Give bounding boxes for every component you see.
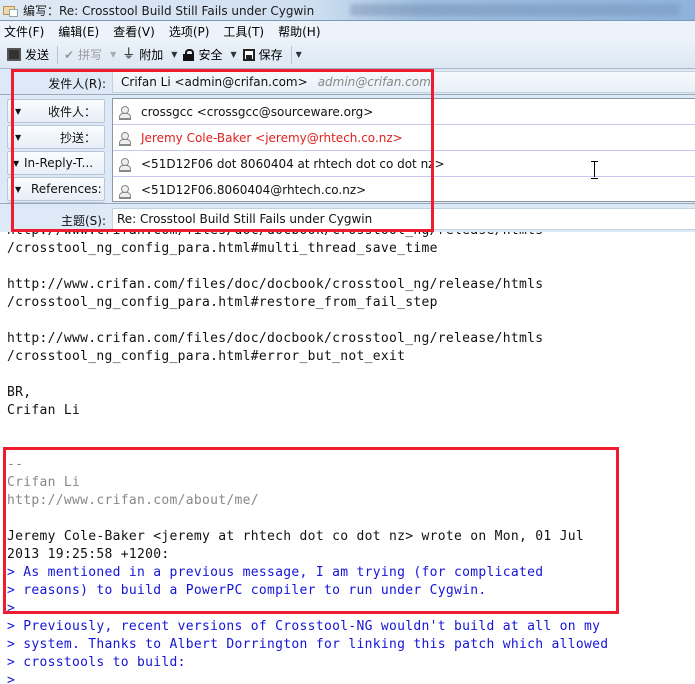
lock-icon xyxy=(183,48,195,61)
menu-view[interactable]: 查看(V) xyxy=(113,23,155,40)
security-label: 安全 xyxy=(198,48,223,62)
subject-input[interactable]: Re: Crosstool Build Still Fails under Cy… xyxy=(112,208,695,230)
signature-line: http://www.crifan.com/about/me/ xyxy=(7,493,259,508)
quoted-line: > xyxy=(7,673,16,684)
menu-tools[interactable]: 工具(T) xyxy=(223,23,264,40)
quoted-line: > As mentioned in a previous message, I … xyxy=(7,565,544,580)
body-line xyxy=(7,312,695,330)
body-line: /crosstool_ng_config_para.html#restore_f… xyxy=(7,295,438,310)
toolbar: 发送 ✔ 拼写 ▼ ⏚ 附加 ▼ 安全 ▼ 保存 ▼ xyxy=(0,41,695,69)
menu-help[interactable]: 帮助(H) xyxy=(278,23,320,40)
save-button[interactable]: 保存 xyxy=(242,46,283,63)
spell-button[interactable]: ✔ 拼写 xyxy=(64,46,102,63)
chevron-down-icon: ▼ xyxy=(13,158,20,168)
recipient-type-label: 抄送： xyxy=(59,130,96,145)
recipient-type-label: In-Reply-T... xyxy=(24,156,94,170)
body-line xyxy=(7,258,695,276)
menu-options[interactable]: 选项(P) xyxy=(169,23,210,40)
chevron-down-icon: ▼ xyxy=(15,132,22,142)
quoted-line: > crosstools to build: xyxy=(7,655,186,670)
signature-line: -- xyxy=(7,457,24,472)
recipient-type-cc[interactable]: ▼ 抄送： xyxy=(7,125,105,149)
recipient-row[interactable]: crossgcc <crossgcc@sourceware.org> xyxy=(113,99,695,125)
spell-dropdown[interactable]: ▼ xyxy=(110,50,116,59)
recipient-type-label: 收件人： xyxy=(47,104,96,119)
send-label: 发送 xyxy=(25,48,50,62)
security-button[interactable]: 安全 xyxy=(183,46,222,63)
body-line: BR, xyxy=(7,385,32,400)
chevron-down-icon: ▼ xyxy=(15,106,22,116)
quoted-line: > system. Thanks to Albert Dorrington fo… xyxy=(7,637,609,652)
attach-label: 附加 xyxy=(139,48,164,62)
body-line: Jeremy Cole-Baker <jeremy at rhtech dot … xyxy=(7,529,584,544)
body-line xyxy=(7,366,695,384)
recipient-row[interactable]: Jeremy Cole-Baker <jeremy@rhtech.co.nz> xyxy=(113,125,695,151)
quoted-line: > Previously, recent versions of Crossto… xyxy=(7,619,601,634)
recipient-type-in-reply-to[interactable]: ▼ In-Reply-T... xyxy=(7,151,105,175)
recipient-address: Jeremy Cole-Baker <jeremy@rhtech.co.nz> xyxy=(141,130,403,145)
paperclip-icon: ⏚ xyxy=(122,46,136,62)
body-line xyxy=(7,438,695,456)
text-cursor-icon xyxy=(591,161,598,179)
from-row: 发件人(R): Crifan Li <admin@crifan.com> admi… xyxy=(0,69,695,95)
person-icon xyxy=(119,158,131,172)
save-dropdown[interactable]: ▼ xyxy=(296,50,302,59)
compose-envelope-icon xyxy=(3,4,19,17)
attach-dropdown[interactable]: ▼ xyxy=(171,50,177,59)
window-title: 编写：Re: Crosstool Build Still Fails under… xyxy=(23,3,315,18)
body-line xyxy=(7,420,695,438)
from-alt-address: admin@crifan.com xyxy=(317,75,431,89)
from-label: 发件人(R): xyxy=(48,77,106,91)
blurred-title-area xyxy=(350,4,680,16)
toolbar-separator xyxy=(290,45,292,64)
message-body-editor[interactable]: http://www.crifan.com/files/doc/docbook/… xyxy=(0,232,695,684)
recipient-address: <51D12F06 dot 8060404 at rhtech dot co d… xyxy=(141,156,445,171)
from-select[interactable]: Crifan Li <admin@crifan.com> admin@crifan… xyxy=(112,71,695,93)
checkmark-icon: ✔ xyxy=(64,47,75,62)
attach-button[interactable]: ⏚ 附加 xyxy=(122,46,163,63)
body-line: 2013 19:25:58 +1200: xyxy=(7,547,170,562)
quoted-line: > xyxy=(7,601,16,616)
spell-label: 拼写 xyxy=(78,48,103,62)
signature-line: Crifan Li xyxy=(7,475,81,490)
body-line: /crosstool_ng_config_para.html#multi_thr… xyxy=(7,241,438,256)
recipient-type-references[interactable]: ▼ References: xyxy=(7,177,105,201)
recipient-row[interactable]: <51D12F06 dot 8060404 at rhtech dot co d… xyxy=(113,151,695,177)
person-icon xyxy=(119,132,131,146)
from-value: Crifan Li <admin@crifan.com> xyxy=(121,75,308,89)
body-line: http://www.crifan.com/files/doc/docbook/… xyxy=(7,232,695,240)
send-button[interactable]: 发送 xyxy=(7,46,49,63)
body-line: http://www.crifan.com/files/doc/docbook/… xyxy=(7,277,544,292)
recipient-address: crossgcc <crossgcc@sourceware.org> xyxy=(141,104,374,119)
security-dropdown[interactable]: ▼ xyxy=(230,50,236,59)
person-icon xyxy=(119,184,131,199)
recipient-list: crossgcc <crossgcc@sourceware.org> Jerem… xyxy=(112,98,695,202)
body-line: /crosstool_ng_config_para.html#error_but… xyxy=(7,349,406,364)
body-line xyxy=(7,510,695,528)
menu-file[interactable]: 文件(F) xyxy=(4,23,44,40)
recipient-address: <51D12F06.8060404@rhtech.co.nz> xyxy=(141,183,367,197)
compose-header: 发件人(R): Crifan Li <admin@crifan.com> admi… xyxy=(0,69,695,232)
menu-bar: 文件(F) 编辑(E) 查看(V) 选项(P) 工具(T) 帮助(H) xyxy=(0,21,695,41)
recipient-type-label: References: xyxy=(31,182,102,196)
body-line: http://www.crifan.com/files/doc/docbook/… xyxy=(7,331,544,346)
subject-row: 主题(S): Re: Crosstool Build Still Fails u… xyxy=(0,203,695,232)
save-label: 保存 xyxy=(258,48,283,62)
floppy-disk-icon xyxy=(242,48,255,61)
subject-label: 主题(S): xyxy=(60,214,106,228)
body-line: Crifan Li xyxy=(7,403,81,418)
chevron-down-icon: ▼ xyxy=(15,184,22,194)
title-bar: 编写：Re: Crosstool Build Still Fails under… xyxy=(0,0,695,21)
toolbar-separator xyxy=(57,45,59,64)
recipient-type-to[interactable]: ▼ 收件人： xyxy=(7,99,105,123)
quoted-line: > reasons) to build a PowerPC compiler t… xyxy=(7,583,487,598)
recipient-row[interactable]: <51D12F06.8060404@rhtech.co.nz> xyxy=(113,177,695,203)
menu-edit[interactable]: 编辑(E) xyxy=(58,23,99,40)
person-icon xyxy=(119,106,131,120)
send-icon xyxy=(7,48,21,61)
